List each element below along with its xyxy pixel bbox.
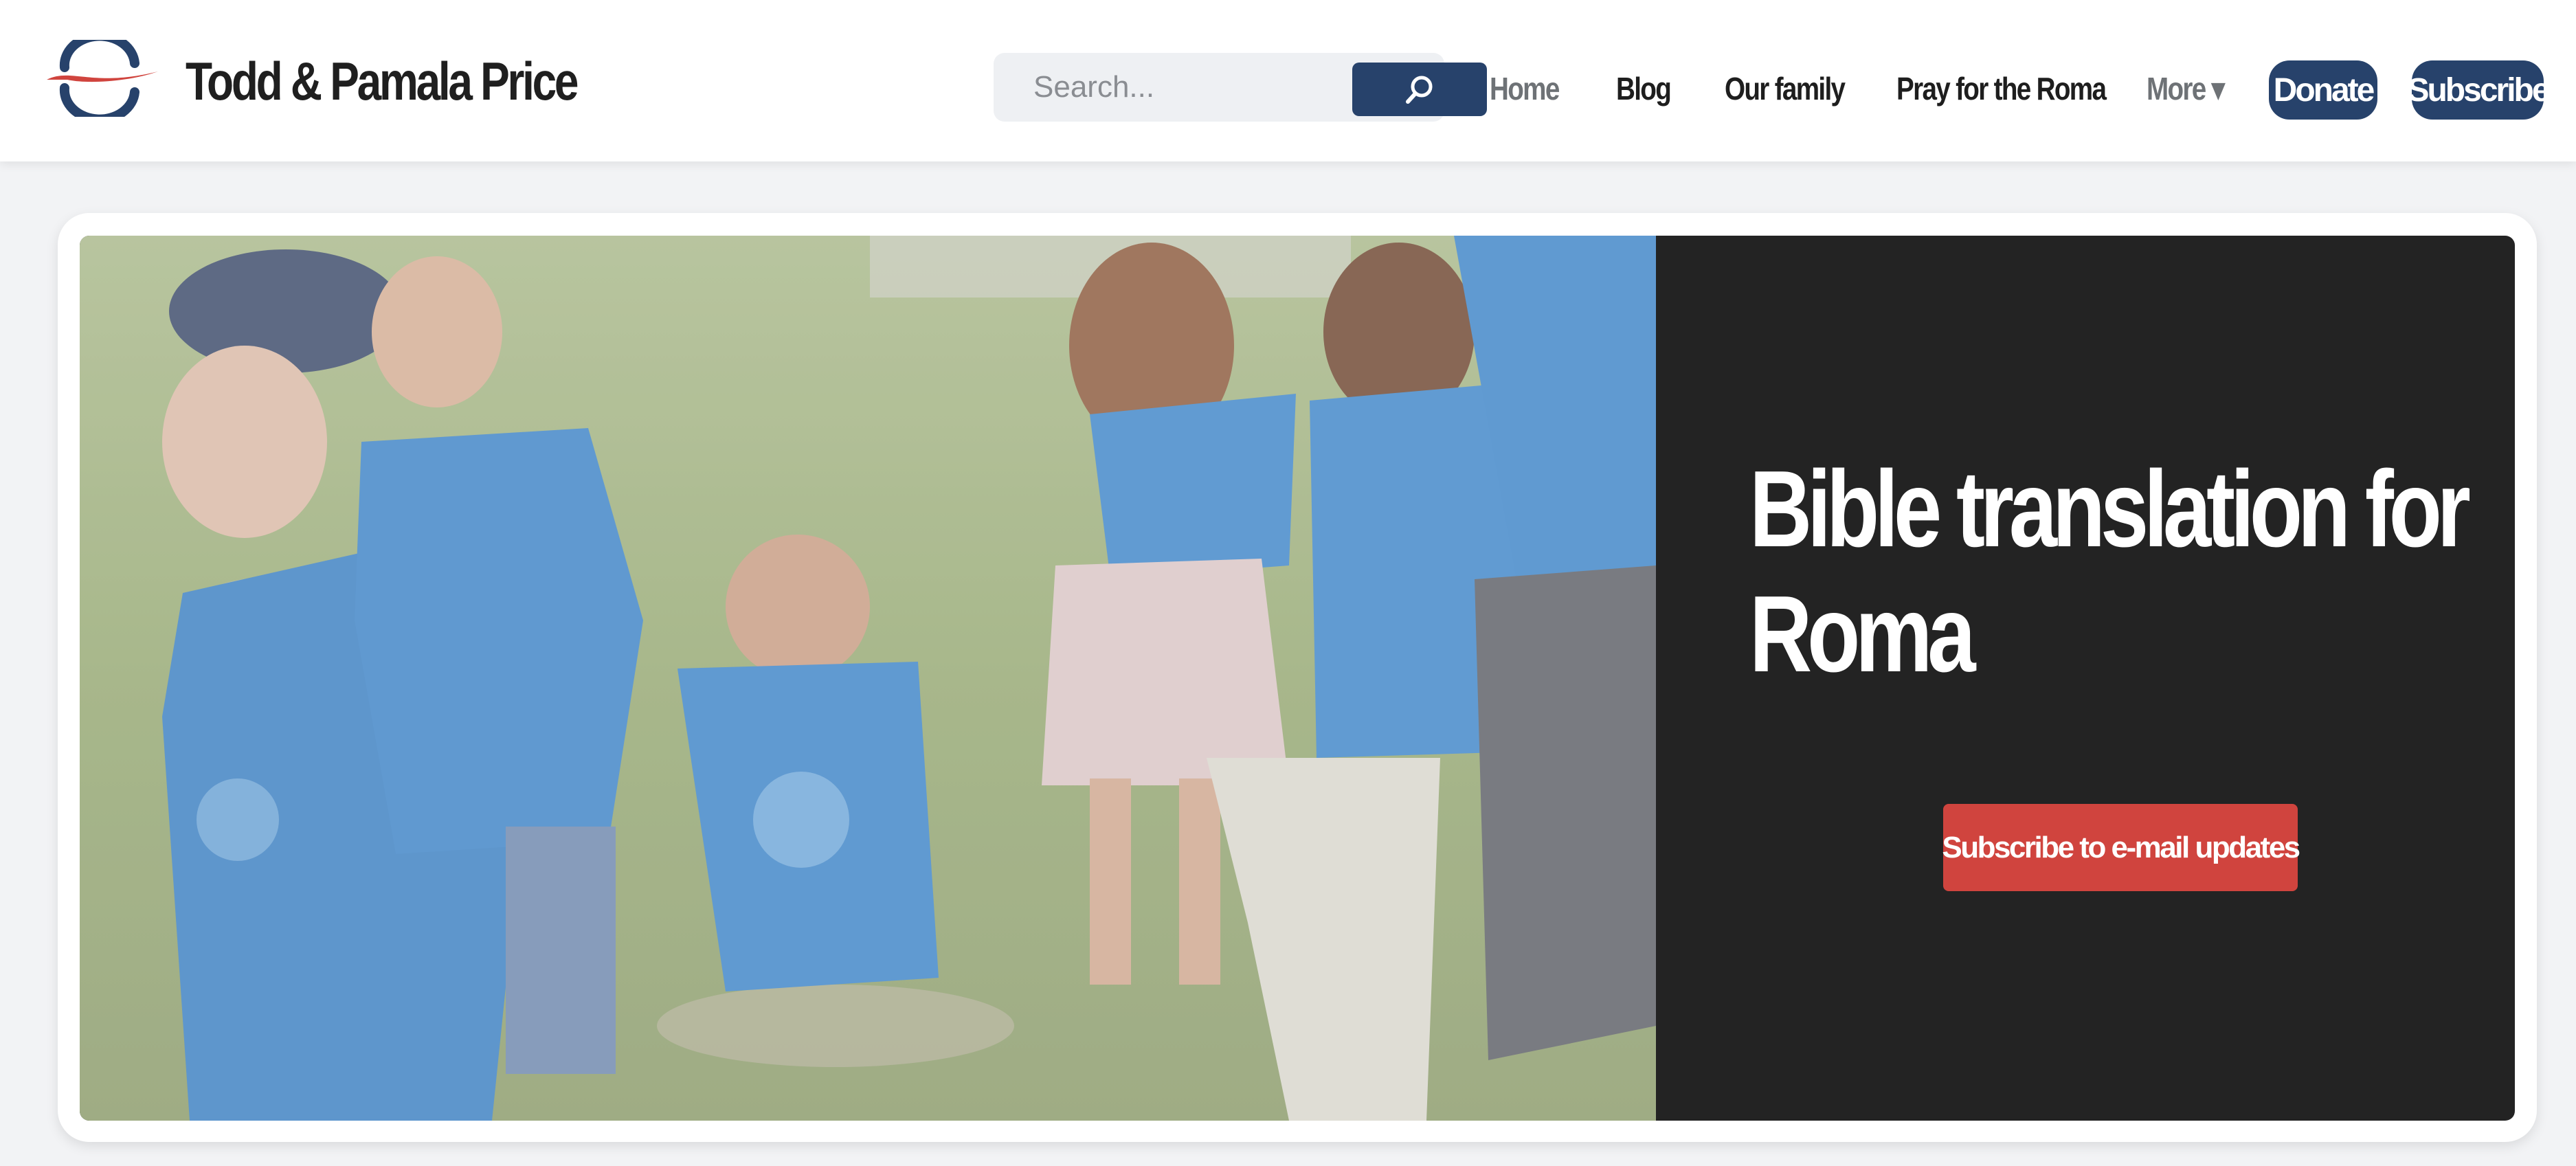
search-icon: [1406, 76, 1433, 104]
hero-headline-line-1: Bible translation for: [1749, 449, 2471, 570]
search-input[interactable]: [994, 53, 1351, 122]
logo-icon[interactable]: [44, 40, 161, 117]
hero-photo: [80, 236, 1656, 1121]
nav-blog[interactable]: Blog: [1616, 58, 1672, 120]
search-button[interactable]: [1352, 63, 1487, 116]
nav-more-dropdown[interactable]: More ▾: [2147, 58, 2225, 120]
nav-home[interactable]: Home: [1490, 58, 1560, 120]
nav-pray-for-the-roma[interactable]: Pray for the Roma: [1896, 58, 2107, 120]
donate-button[interactable]: Donate: [2269, 60, 2377, 120]
subscribe-email-updates-button[interactable]: Subscribe to e-mail updates: [1942, 804, 2300, 891]
hero-headline-line-2: Roma: [1749, 574, 1976, 695]
nav-our-family[interactable]: Our family: [1725, 58, 1846, 120]
hero-banner: Bible translation for Roma Subscribe to …: [80, 236, 2515, 1121]
site-header: Todd & Pamala Price Home Blog Our family…: [0, 0, 2576, 161]
search-bar: [994, 53, 1487, 122]
subscribe-button[interactable]: Subscribe: [2407, 60, 2551, 120]
hero-headline: Bible translation for Roma: [1749, 447, 2471, 697]
site-title[interactable]: Todd & Pamala Price: [186, 44, 579, 118]
